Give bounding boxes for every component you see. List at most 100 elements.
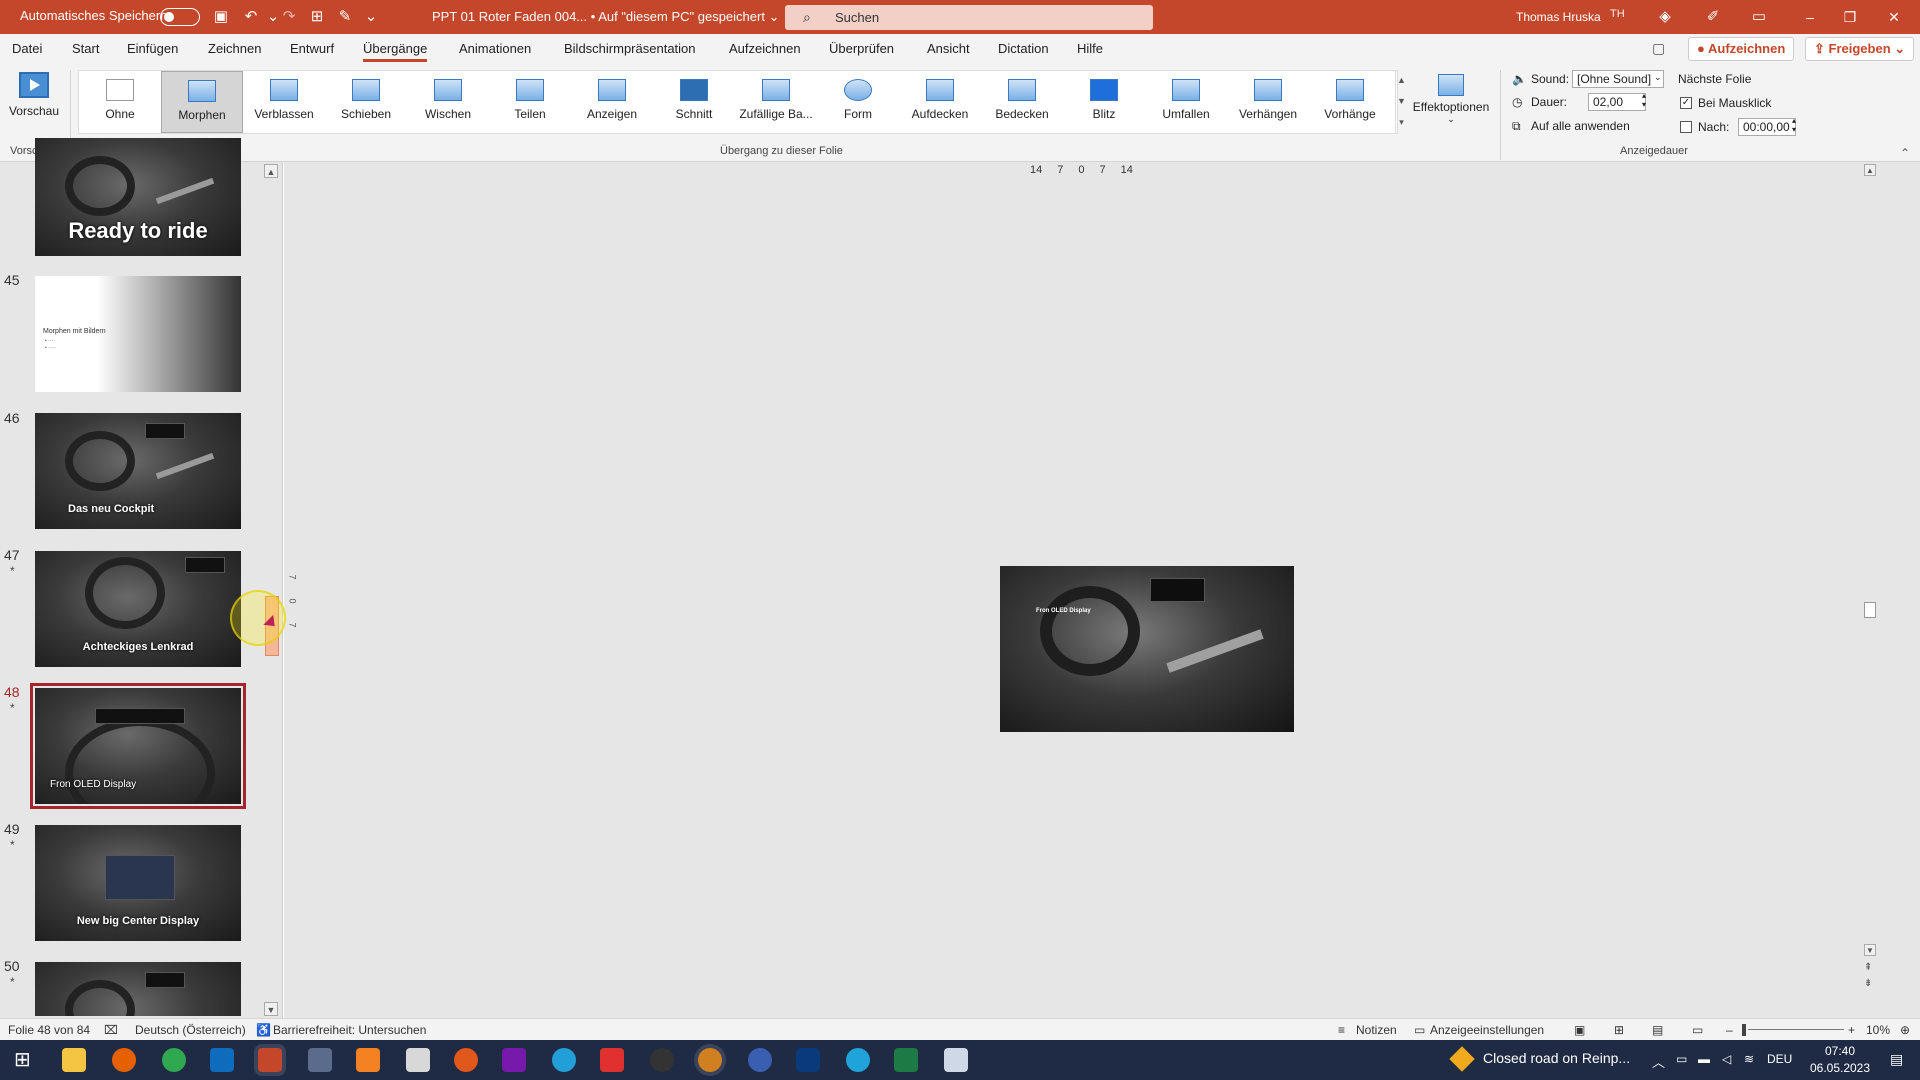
powerpoint-icon[interactable] [258, 1048, 282, 1072]
language-status[interactable]: Deutsch (Österreich) [135, 1023, 246, 1037]
zoom-slider[interactable] [1748, 1029, 1844, 1030]
tab-animationen[interactable]: Animationen [459, 41, 531, 56]
transition-verhaengen[interactable]: Verhängen [1227, 71, 1309, 133]
slide-sorter-icon[interactable]: ⊞ [1614, 1023, 1624, 1037]
maximize-icon[interactable]: ❐ [1832, 4, 1868, 30]
tab-bildschirmpraesentation[interactable]: Bildschirmpräsentation [564, 41, 696, 56]
close-icon[interactable]: ✕ [1876, 4, 1912, 30]
preview-button[interactable]: Vorschau [4, 70, 64, 130]
app-icon[interactable] [454, 1048, 478, 1072]
display-settings-button[interactable]: Anzeigeeinstellungen [1430, 1023, 1544, 1037]
diamond-icon[interactable]: ◈ [1654, 6, 1676, 28]
slide-thumbnail[interactable]: Das neu Cockpit [35, 413, 241, 529]
tab-hilfe[interactable]: Hilfe [1077, 41, 1103, 56]
tab-dictation[interactable]: Dictation [998, 41, 1049, 56]
tab-datei[interactable]: Datei [12, 41, 42, 56]
notes-button[interactable]: Notizen [1356, 1023, 1397, 1037]
gallery-more-icon[interactable]: ▾ [1396, 112, 1407, 133]
slide-pane-scrollbar[interactable]: ▲ ▼ [264, 162, 278, 1018]
clock[interactable]: 07:40 [1806, 1044, 1874, 1058]
slide-thumbnail[interactable]: Achteckiges Lenkrad [35, 551, 241, 667]
minimize-icon[interactable]: – [1792, 4, 1828, 30]
comment-icon[interactable]: ▢ [1652, 40, 1665, 57]
network-icon[interactable]: ▭ [1676, 1052, 1687, 1066]
save-icon[interactable]: ▣ [210, 6, 232, 28]
transition-verblassen[interactable]: Verblassen [243, 71, 325, 133]
transition-wischen[interactable]: Wischen [407, 71, 489, 133]
transition-umfallen[interactable]: Umfallen [1145, 71, 1227, 133]
user-initials[interactable]: TH [1610, 8, 1625, 20]
slide-thumbnail[interactable]: New big Center Display [35, 825, 241, 941]
zoom-level[interactable]: 10% [1866, 1023, 1890, 1037]
after-checkbox[interactable] [1680, 121, 1692, 133]
gallery-down-icon[interactable]: ▼ [1396, 91, 1407, 112]
slide-thumbnail-selected[interactable]: Fron OLED Display [30, 683, 246, 809]
chevron-up-icon[interactable]: ︿ [1652, 1052, 1665, 1071]
ribbon-display-icon[interactable]: ▭ [1748, 6, 1770, 28]
excel-icon[interactable] [894, 1048, 918, 1072]
tab-einfuegen[interactable]: Einfügen [127, 41, 178, 56]
customize-qa-icon[interactable]: ⌄ [360, 6, 382, 28]
notification-center-icon[interactable]: ▤ [1890, 1051, 1903, 1068]
tab-start[interactable]: Start [72, 41, 99, 56]
share-button[interactable]: ⇪ Freigeben ⌄ [1805, 37, 1915, 61]
transition-vorhaenge[interactable]: Vorhänge [1309, 71, 1391, 133]
record-button[interactable]: ● Aufzeichnen [1688, 37, 1795, 61]
scroll-down-icon[interactable]: ▼ [264, 1002, 278, 1016]
user-name[interactable]: Thomas Hruska [1516, 10, 1601, 24]
app-icon[interactable] [944, 1048, 968, 1072]
transition-form[interactable]: Form [817, 71, 899, 133]
transition-schieben[interactable]: Schieben [325, 71, 407, 133]
format-painter-icon[interactable]: ✎ [334, 6, 356, 28]
zoom-out-icon[interactable]: – [1726, 1023, 1733, 1037]
app-icon[interactable] [308, 1048, 332, 1072]
transition-morphen[interactable]: Morphen [161, 71, 243, 133]
tab-entwurf[interactable]: Entwurf [290, 41, 334, 56]
scroll-up-icon[interactable]: ▲ [1864, 164, 1876, 176]
transition-blitz[interactable]: Blitz [1063, 71, 1145, 133]
accessibility-status[interactable]: Barrierefreiheit: Untersuchen [273, 1023, 426, 1037]
firefox-icon[interactable] [112, 1048, 136, 1072]
spellcheck-icon[interactable]: ⌧ [104, 1023, 118, 1037]
obs-icon[interactable] [650, 1048, 674, 1072]
input-language[interactable]: DEU [1767, 1052, 1792, 1066]
zoom-slider-thumb[interactable] [1742, 1024, 1746, 1036]
app-icon[interactable] [796, 1048, 820, 1072]
scroll-thumb[interactable] [1864, 602, 1876, 618]
app-icon[interactable] [406, 1048, 430, 1072]
duration-spinner[interactable]: ▴ ▾ [1642, 91, 1646, 109]
apply-all-button[interactable]: Auf alle anwenden [1531, 119, 1630, 133]
sound-select[interactable]: [Ohne Sound] [1572, 70, 1664, 88]
transition-bedecken[interactable]: Bedecken [981, 71, 1063, 133]
transition-schnitt[interactable]: Schnitt [653, 71, 735, 133]
fit-to-window-icon[interactable]: ⊕ [1900, 1023, 1910, 1037]
slide-thumbnail[interactable]: Morphen mit Bildern • ···· • ····· [35, 276, 241, 392]
tab-aufzeichnen[interactable]: Aufzeichnen [729, 41, 801, 56]
slideshow-view-icon[interactable]: ▭ [1692, 1023, 1703, 1037]
reading-view-icon[interactable]: ▤ [1652, 1023, 1663, 1037]
app-icon[interactable] [698, 1048, 722, 1072]
effect-options-button[interactable]: Effektoptionen ⌄ [1410, 70, 1492, 134]
scroll-up-icon[interactable]: ▲ [264, 164, 278, 178]
collapse-ribbon-icon[interactable]: ⌃ [1900, 146, 1910, 160]
battery-icon[interactable]: ▬ [1698, 1052, 1710, 1066]
zoom-in-icon[interactable]: + [1848, 1023, 1855, 1037]
document-title[interactable]: PPT 01 Roter Faden 004... • Auf "diesem … [432, 9, 779, 25]
present-icon[interactable]: ⊞ [306, 6, 328, 28]
file-explorer-icon[interactable] [62, 1048, 86, 1072]
next-slide-icon[interactable]: ⇟ [1864, 978, 1872, 989]
telegram-icon[interactable] [552, 1048, 576, 1072]
outlook-icon[interactable] [210, 1048, 234, 1072]
gallery-up-icon[interactable]: ▲ [1396, 70, 1407, 91]
tab-zeichnen[interactable]: Zeichnen [208, 41, 261, 56]
search-box[interactable]: ⌕ Suchen [785, 5, 1153, 30]
transition-zufaellige-balken[interactable]: Zufällige Ba... [735, 71, 817, 133]
slide-thumbnail[interactable]: Ready to ride [35, 138, 241, 256]
date[interactable]: 06.05.2023 [1806, 1061, 1874, 1075]
edge-icon[interactable] [846, 1048, 870, 1072]
app-icon[interactable] [748, 1048, 772, 1072]
duration-field[interactable]: 02,00 [1588, 93, 1646, 111]
chevron-down-icon[interactable]: ⌄ [1654, 72, 1662, 83]
onenote-icon[interactable] [502, 1048, 526, 1072]
after-field[interactable]: 00:00,00 [1738, 118, 1796, 136]
